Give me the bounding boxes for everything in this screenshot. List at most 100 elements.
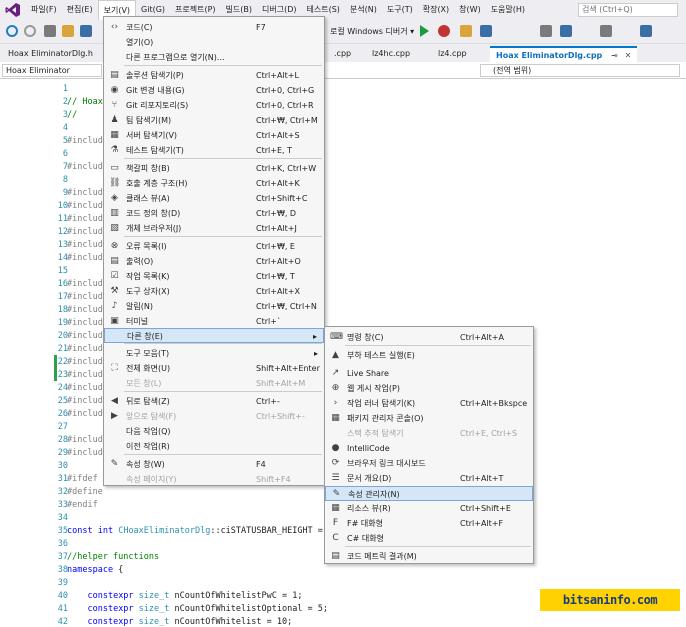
code-line[interactable]: #include [67,201,108,211]
menu-item[interactable]: ▦ 서버 탐색기(V) Ctrl+Alt+S [104,128,324,143]
code-line[interactable]: #include [67,240,108,250]
code-line[interactable]: #include [67,305,108,315]
menu-item[interactable]: 다른 창(E) ▸ [104,328,324,343]
menu-item[interactable]: ▲ 부하 테스트 실행(E) [325,348,533,363]
code-line[interactable]: constexpr size_t nCountOfWhitelistPwC = … [67,591,302,601]
menu-item[interactable]: ⑂ Git 리포지토리(S) Ctrl+0, Ctrl+R [104,98,324,113]
code-line[interactable]: #include [67,279,108,289]
menu-tools[interactable]: 도구(T) [382,0,418,20]
toolbar-tool-icon[interactable] [560,25,572,37]
code-line[interactable]: #endif [67,500,98,510]
menu-help[interactable]: 도움말(H) [486,0,530,20]
save-icon[interactable] [80,25,92,37]
menu-item[interactable]: 이전 작업(R) [104,439,324,454]
menu-item[interactable]: ▧ 개체 브라우저(J) Ctrl+Alt+J [104,221,324,236]
pin-icon[interactable]: ⊸ [611,51,618,60]
menu-item[interactable]: ● IntelliCode [325,441,533,456]
code-line[interactable]: #include [67,227,108,237]
menu-item[interactable]: ♟ 팀 탐색기(M) Ctrl+₩, Ctrl+M [104,113,324,128]
code-line[interactable]: #include [67,253,108,263]
debugger-dropdown[interactable]: 로컬 Windows 디버거 ▾ [330,26,414,37]
code-line[interactable]: #include [67,318,108,328]
menu-item[interactable]: ⛓ 호출 계층 구조(H) Ctrl+Alt+K [104,176,324,191]
code-line[interactable]: #include [67,357,108,367]
code-line[interactable]: #include [67,448,108,458]
toolbar-tool-icon[interactable] [640,25,652,37]
menu-item[interactable]: 다음 작업(Q) [104,424,324,439]
menu-item[interactable]: ▭ 책갈피 창(B) Ctrl+K, Ctrl+W [104,161,324,176]
code-line[interactable]: #include [67,409,108,419]
menu-item[interactable]: ‹› 코드(C) F7 [104,20,324,35]
toolbar-tool-icon[interactable] [600,25,612,37]
menu-file[interactable]: 파일(F) [26,0,62,20]
close-icon[interactable]: ✕ [625,51,632,60]
menu-item[interactable]: ▤ 코드 메트릭 결과(M) [325,549,533,564]
menu-item[interactable]: ⌨ 명령 창(C) Ctrl+Alt+A [325,330,533,345]
scope-dropdown[interactable]: (전역 범위) [480,64,680,77]
tab-cpp[interactable]: .cpp [328,46,357,62]
project-dropdown[interactable]: Hoax Eliminator [2,64,102,77]
tab-hoax-dlg-cpp[interactable]: Hoax EliminatorDlg.cpp ⊸ ✕ [490,46,638,62]
menu-item[interactable]: F F# 대화형 Ctrl+Alt+F [325,516,533,531]
toolbar-tool-icon[interactable] [480,25,492,37]
code-line[interactable]: constexpr size_t nCountOfWhitelistOption… [67,604,328,614]
toolbar-tool-icon[interactable] [460,25,472,37]
menu-item[interactable]: ⚗ 테스트 탐색기(T) Ctrl+E, T [104,143,324,158]
code-line[interactable]: // Hoax [67,97,103,107]
menu-item[interactable]: 다른 프로그램으로 열기(N)... [104,50,324,65]
menu-item[interactable]: ☑ 작업 목록(K) Ctrl+₩, T [104,269,324,284]
code-line[interactable]: #include [67,331,108,341]
new-project-icon[interactable] [44,25,56,37]
code-line[interactable]: #include [67,396,108,406]
tab-lz4hc-cpp[interactable]: lz4hc.cpp [366,46,416,62]
open-folder-icon[interactable] [62,25,74,37]
tab-hoax-dlg-h[interactable]: Hoax EliminatorDlg.h [2,46,99,62]
menu-item[interactable]: ⚒ 도구 상자(X) Ctrl+Alt+X [104,284,324,299]
menu-window[interactable]: 창(W) [454,0,486,20]
menu-item[interactable]: ♪ 알림(N) Ctrl+₩, Ctrl+N [104,299,324,314]
tab-lz4-cpp[interactable]: lz4.cpp [432,46,473,62]
menu-item[interactable]: ⊗ 오류 목록(I) Ctrl+₩, E [104,239,324,254]
menu-item[interactable]: ⛶ 전체 화면(U) Shift+Alt+Enter [104,361,324,376]
menu-item[interactable]: ▦ 리소스 뷰(R) Ctrl+Shift+E [325,501,533,516]
forward-nav-icon[interactable] [24,25,36,37]
start-debug-icon[interactable] [420,25,429,37]
menu-item[interactable]: ▤ 솔루션 탐색기(P) Ctrl+Alt+L [104,68,324,83]
code-line[interactable]: #include [67,162,108,172]
code-line[interactable]: namespace { [67,565,123,575]
menu-edit[interactable]: 편집(E) [62,0,98,20]
menu-item[interactable]: ✎ 속성 창(W) F4 [104,457,324,472]
menu-item[interactable]: ▣ 터미널 Ctrl+` [104,314,324,329]
menu-extensions[interactable]: 확장(X) [418,0,454,20]
menu-item[interactable]: › 작업 러너 탐색기(K) Ctrl+Alt+Bkspce [325,396,533,411]
menu-analyze[interactable]: 분석(N) [345,0,382,20]
menu-item[interactable]: ↗ Live Share [325,366,533,381]
code-line[interactable]: #include [67,344,108,354]
back-nav-icon[interactable] [6,25,18,37]
menu-item[interactable]: 도구 모음(T) ▸ [104,346,324,361]
menu-item[interactable]: ▥ 코드 정의 창(D) Ctrl+₩, D [104,206,324,221]
menu-item[interactable]: ▦ 패키지 관리자 콘솔(O) [325,411,533,426]
code-line[interactable]: #include [67,292,108,302]
menu-item[interactable]: C C# 대화형 [325,531,533,546]
toolbar-tool-icon[interactable] [540,25,552,37]
code-line[interactable]: //helper functions [67,552,159,562]
menu-item[interactable]: 열기(O) [104,35,324,50]
menu-item[interactable]: ◈ 클래스 뷰(A) Ctrl+Shift+C [104,191,324,206]
code-line[interactable]: constexpr size_t nCountOfWhitelist = 10; [67,617,292,627]
code-line[interactable]: const int CHoaxEliminatorDlg::ciSTATUSBA… [67,526,343,536]
code-line[interactable]: #include [67,370,108,380]
code-line[interactable]: // [67,110,77,120]
code-line[interactable]: #include [67,188,108,198]
menu-item[interactable]: ⊕ 웹 게시 작업(P) [325,381,533,396]
hot-reload-icon[interactable] [438,25,450,37]
code-line[interactable]: #include [67,136,108,146]
menu-item[interactable]: ☰ 문서 개요(D) Ctrl+Alt+T [325,471,533,486]
menu-item[interactable]: ✎ 속성 관리자(N) [325,486,533,501]
code-line[interactable]: #ifdef _ [67,474,108,484]
menu-item[interactable]: ◀ 뒤로 탐색(Z) Ctrl+- [104,394,324,409]
code-line[interactable]: #include [67,214,108,224]
menu-item[interactable]: ⟳ 브라우저 링크 대시보드 [325,456,533,471]
code-line[interactable]: #include [67,435,108,445]
search-input[interactable]: 검색 (Ctrl+Q) [578,3,678,17]
